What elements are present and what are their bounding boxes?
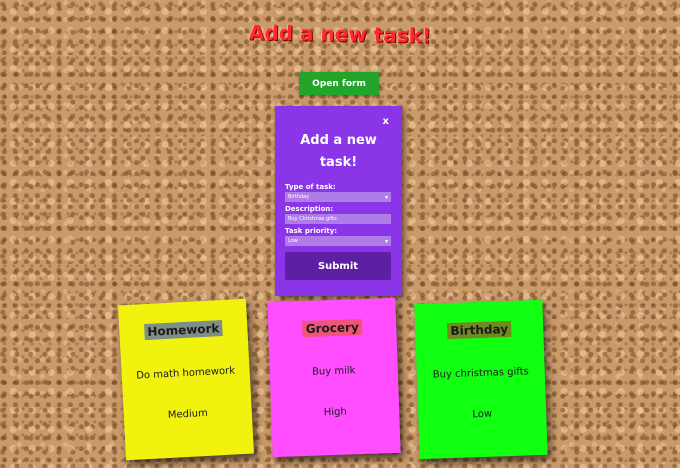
open-form-button[interactable]: Open form: [299, 72, 379, 95]
note-title: Birthday: [447, 320, 512, 340]
note-description: Buy milk: [311, 365, 356, 378]
note-priority: Low: [472, 408, 493, 421]
modal-title: Add a new task!: [300, 133, 377, 170]
task-note-homework: Homework Do math homework Medium: [118, 298, 254, 461]
close-icon[interactable]: x: [383, 116, 389, 127]
priority-label: Task priority:: [285, 227, 338, 235]
chevron-down-icon: ▾: [384, 193, 388, 201]
type-select[interactable]: Birthday ▾: [285, 192, 391, 202]
description-input[interactable]: Buy Christmas gifts: [285, 214, 391, 224]
type-label: Type of task:: [285, 183, 336, 191]
note-priority: Medium: [167, 407, 209, 421]
note-title: Homework: [143, 320, 223, 341]
priority-select[interactable]: Low ▾: [285, 236, 391, 246]
note-title: Grocery: [302, 319, 363, 338]
page-title: Add a new task!: [248, 20, 432, 48]
note-priority: High: [323, 406, 347, 419]
note-description: Do math homework: [136, 365, 236, 382]
add-task-modal: x Add a new task! Type of task: Birthday…: [275, 106, 402, 296]
description-label: Description:: [285, 205, 334, 213]
task-note-birthday: Birthday Buy christmas gifts Low: [414, 299, 548, 460]
note-description: Buy christmas gifts: [432, 366, 529, 381]
type-select-value: Birthday: [288, 194, 310, 200]
description-input-value: Buy Christmas gifts: [288, 216, 337, 222]
priority-select-value: Low: [288, 238, 298, 244]
chevron-down-icon: ▾: [384, 237, 388, 245]
task-note-grocery: Grocery Buy milk High: [267, 297, 401, 458]
submit-button[interactable]: Submit: [285, 252, 391, 280]
